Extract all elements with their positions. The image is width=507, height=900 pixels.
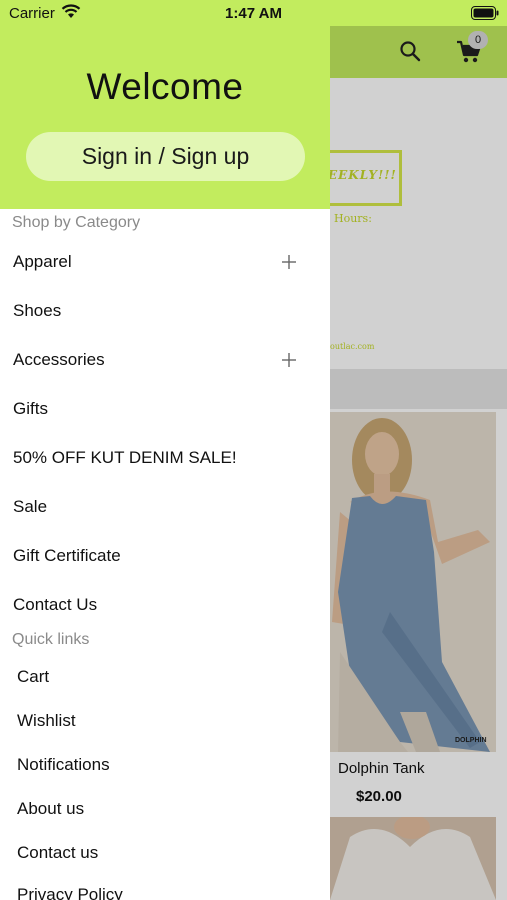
quick-link-label: Cart — [17, 667, 50, 686]
category-item-accessories[interactable]: Accessories — [0, 340, 330, 380]
shop-by-category-title: Shop by Category — [12, 214, 141, 231]
expand-plus-icon[interactable] — [281, 254, 297, 275]
category-item-contact-us[interactable]: Contact Us — [0, 585, 330, 625]
drawer-header: Welcome Sign in / Sign up — [0, 0, 330, 209]
category-item-denim-sale[interactable]: 50% OFF KUT DENIM SALE! — [0, 438, 330, 478]
battery-icon — [471, 6, 499, 25]
category-label: Shoes — [13, 301, 62, 320]
quick-link-label: Notifications — [17, 755, 110, 774]
category-item-sale[interactable]: Sale — [0, 487, 330, 527]
category-label: 50% OFF KUT DENIM SALE! — [13, 448, 237, 467]
category-item-shoes[interactable]: Shoes — [0, 291, 330, 331]
category-label: Sale — [13, 497, 48, 516]
quick-link-contact-us[interactable]: Contact us — [0, 835, 330, 871]
category-item-apparel[interactable]: Apparel — [0, 242, 330, 282]
welcome-heading: Welcome — [86, 66, 244, 107]
status-bar: Carrier 1:47 AM — [0, 0, 507, 26]
side-drawer: Welcome Sign in / Sign up Shop by Catego… — [0, 0, 330, 900]
quick-link-label: Wishlist — [17, 711, 76, 730]
category-label: Accessories — [13, 350, 105, 369]
clock: 1:47 AM — [225, 5, 282, 22]
quick-links-title: Quick links — [12, 631, 90, 648]
expand-plus-icon[interactable] — [281, 352, 297, 373]
category-label: Contact Us — [13, 595, 98, 614]
category-label: Gifts — [13, 399, 48, 418]
quick-link-notifications[interactable]: Notifications — [0, 747, 330, 783]
quick-link-wishlist[interactable]: Wishlist — [0, 703, 330, 739]
quick-link-about-us[interactable]: About us — [0, 791, 330, 827]
quick-link-label: About us — [17, 799, 85, 818]
quick-link-label: Privacy Policy — [17, 885, 123, 900]
quick-link-cart[interactable]: Cart — [0, 659, 330, 695]
quick-link-label: Contact us — [17, 843, 99, 862]
category-label: Gift Certificate — [13, 546, 121, 565]
category-item-gift-certificate[interactable]: Gift Certificate — [0, 536, 330, 576]
category-label: Apparel — [13, 252, 72, 271]
category-item-gifts[interactable]: Gifts — [0, 389, 330, 429]
quick-link-privacy-policy[interactable]: Privacy Policy — [0, 877, 330, 900]
sign-in-button[interactable]: Sign in / Sign up — [26, 132, 305, 181]
